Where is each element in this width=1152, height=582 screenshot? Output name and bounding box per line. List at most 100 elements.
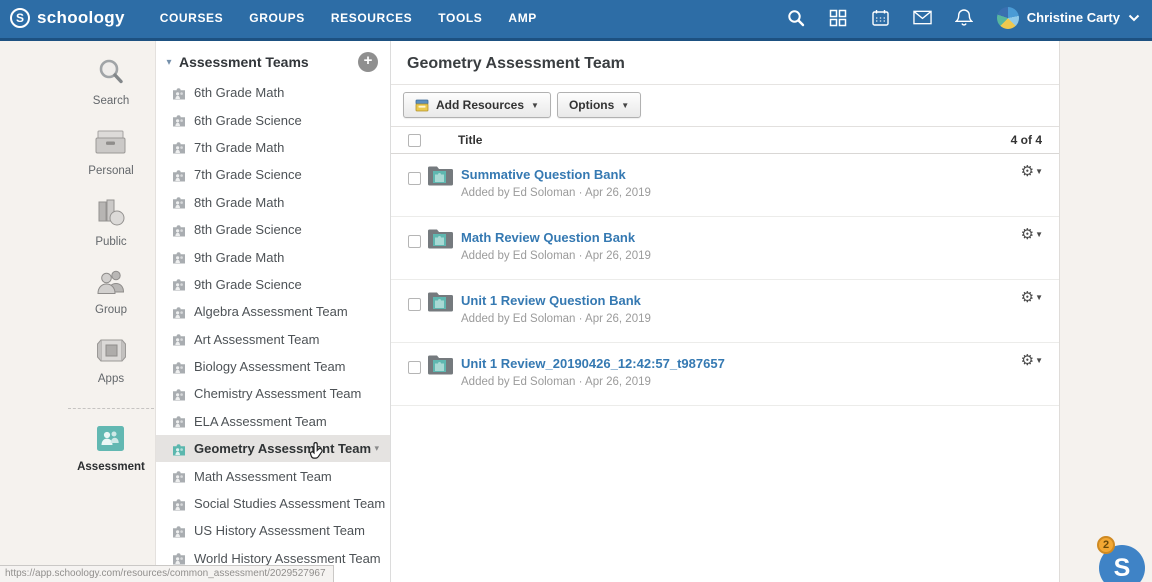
- row-count: 4 of 4: [1011, 133, 1042, 147]
- row-checkbox[interactable]: [408, 361, 421, 374]
- resource-meta: Added by Ed Soloman · Apr 26, 2019: [461, 313, 651, 325]
- team-list-item[interactable]: Geometry Assessment Team ▾: [156, 435, 390, 462]
- team-name: 6th Grade Math: [194, 85, 284, 100]
- question-bank-folder-icon: [427, 354, 454, 405]
- team-name: ELA Assessment Team: [194, 414, 327, 429]
- gear-icon: ⚙: [1021, 288, 1034, 306]
- nav-item-resources[interactable]: RESOURCES: [318, 1, 425, 35]
- row-checkbox[interactable]: [408, 235, 421, 248]
- team-list-item[interactable]: Biology Assessment Team ▾: [156, 353, 390, 380]
- resource-title-link[interactable]: Summative Question Bank: [461, 167, 651, 182]
- messages-icon[interactable]: [913, 8, 932, 27]
- resource-title-link[interactable]: Math Review Question Bank: [461, 230, 651, 245]
- add-resources-button[interactable]: Add Resources ▼: [403, 92, 551, 118]
- resource-title-link[interactable]: Unit 1 Review_20190426_12:42:57_t987657: [461, 356, 725, 371]
- dropdown-caret-icon: ▼: [621, 101, 629, 110]
- team-name: 7th Grade Math: [194, 140, 284, 155]
- search-icon[interactable]: [787, 8, 806, 27]
- team-list-item[interactable]: Chemistry Assessment Team ▾: [156, 380, 390, 407]
- apps-icon: [96, 337, 127, 369]
- row-actions-menu[interactable]: ⚙ ▼: [1021, 288, 1043, 306]
- teams-panel-title: Assessment Teams: [179, 54, 309, 70]
- row-actions-menu[interactable]: ⚙ ▼: [1021, 162, 1043, 180]
- add-team-button[interactable]: +: [358, 52, 378, 72]
- rail-label: Personal: [88, 165, 133, 177]
- team-name: World History Assessment Team: [194, 551, 381, 566]
- team-list-item[interactable]: ELA Assessment Team ▾: [156, 408, 390, 435]
- team-puzzle-icon: [172, 551, 187, 565]
- team-list-item[interactable]: Social Studies Assessment Team ▾: [156, 490, 390, 517]
- team-name: 8th Grade Math: [194, 195, 284, 210]
- team-list-item[interactable]: Math Assessment Team ▾: [156, 462, 390, 489]
- team-list-item[interactable]: Art Assessment Team ▾: [156, 326, 390, 353]
- assessment-teams-panel: ▾ Assessment Teams + 6th Grade Math ▾ 6t…: [155, 41, 391, 582]
- nav-item-groups[interactable]: GROUPS: [236, 1, 318, 35]
- notifications-icon[interactable]: [955, 8, 974, 27]
- team-puzzle-icon: [172, 250, 187, 264]
- team-list-item[interactable]: 6th Grade Science ▾: [156, 106, 390, 133]
- row-checkbox[interactable]: [408, 298, 421, 311]
- chat-widget-button[interactable]: S 2: [1099, 545, 1145, 582]
- team-list-item[interactable]: US History Assessment Team ▾: [156, 517, 390, 544]
- page-title: Geometry Assessment Team: [391, 41, 1059, 85]
- dropdown-caret-icon: ▼: [1035, 230, 1043, 239]
- team-dropdown-caret-icon[interactable]: ▾: [374, 443, 379, 454]
- team-list-item[interactable]: 6th Grade Math ▾: [156, 79, 390, 106]
- rail-item-apps[interactable]: Apps: [96, 337, 127, 385]
- team-puzzle-icon: [172, 414, 187, 428]
- team-list-item[interactable]: 7th Grade Science ▾: [156, 161, 390, 188]
- rail-item-assessment[interactable]: Assessment: [77, 425, 145, 473]
- team-name: Art Assessment Team: [194, 332, 319, 347]
- team-list-item[interactable]: 8th Grade Math ▾: [156, 189, 390, 216]
- rail-item-search[interactable]: Search: [93, 57, 129, 107]
- resources-rail: Search Personal Public Group Apps Assess…: [0, 41, 155, 582]
- rail-item-group[interactable]: Group: [95, 269, 127, 316]
- row-actions-menu[interactable]: ⚙ ▼: [1021, 225, 1043, 243]
- dropdown-caret-icon: ▼: [531, 101, 539, 110]
- team-list-item[interactable]: 8th Grade Science ▾: [156, 216, 390, 243]
- rail-item-public[interactable]: Public: [95, 198, 126, 248]
- row-actions-menu[interactable]: ⚙ ▼: [1021, 351, 1043, 369]
- team-name: Algebra Assessment Team: [194, 304, 348, 319]
- teams-panel-header: ▾ Assessment Teams +: [156, 41, 390, 79]
- team-name: Geometry Assessment Team: [194, 441, 371, 456]
- nav-item-amp[interactable]: AMP: [495, 1, 549, 35]
- nav-item-courses[interactable]: COURSES: [147, 1, 237, 35]
- search-icon: [96, 57, 126, 91]
- calendar-icon[interactable]: [871, 8, 890, 27]
- user-menu[interactable]: Christine Carty: [997, 7, 1140, 29]
- team-list-item[interactable]: 9th Grade Science ▾: [156, 271, 390, 298]
- team-name: Chemistry Assessment Team: [194, 386, 361, 401]
- team-list-item[interactable]: Algebra Assessment Team ▾: [156, 298, 390, 325]
- resource-row: Summative Question Bank Added by Ed Solo…: [391, 154, 1059, 217]
- team-name: US History Assessment Team: [194, 523, 365, 538]
- team-list-item[interactable]: 7th Grade Math ▾: [156, 134, 390, 161]
- dropdown-caret-icon: ▼: [1035, 293, 1043, 302]
- team-puzzle-icon: [172, 195, 187, 209]
- resource-box-icon: [415, 99, 429, 112]
- rail-label: Assessment: [77, 461, 145, 473]
- rail-item-personal[interactable]: Personal: [88, 128, 133, 177]
- team-puzzle-icon: [172, 223, 187, 237]
- team-name: Biology Assessment Team: [194, 359, 346, 374]
- collapse-caret-icon[interactable]: ▾: [163, 57, 175, 68]
- team-list-item[interactable]: 9th Grade Math ▾: [156, 243, 390, 270]
- team-puzzle-icon: [172, 277, 187, 291]
- team-name: 8th Grade Science: [194, 222, 302, 237]
- nav-item-tools[interactable]: TOOLS: [425, 1, 495, 35]
- options-button[interactable]: Options ▼: [557, 92, 641, 118]
- personal-resources-icon: [94, 128, 127, 161]
- select-all-checkbox[interactable]: [408, 134, 421, 147]
- app-launcher-icon[interactable]: [829, 8, 848, 27]
- resource-title-link[interactable]: Unit 1 Review Question Bank: [461, 293, 651, 308]
- team-puzzle-icon: [172, 469, 187, 483]
- main-content: Geometry Assessment Team Add Resources ▼…: [391, 41, 1060, 582]
- schoology-logo[interactable]: S schoology: [10, 8, 125, 28]
- team-name: Social Studies Assessment Team: [194, 496, 385, 511]
- teams-list: 6th Grade Math ▾ 6th Grade Science ▾ 7th…: [156, 79, 390, 572]
- team-puzzle-icon: [172, 305, 187, 319]
- top-navbar: S schoology COURSES GROUPS RESOURCES TOO…: [0, 0, 1152, 41]
- resource-meta: Added by Ed Soloman · Apr 26, 2019: [461, 187, 651, 199]
- row-checkbox[interactable]: [408, 172, 421, 185]
- rail-label: Search: [93, 95, 129, 107]
